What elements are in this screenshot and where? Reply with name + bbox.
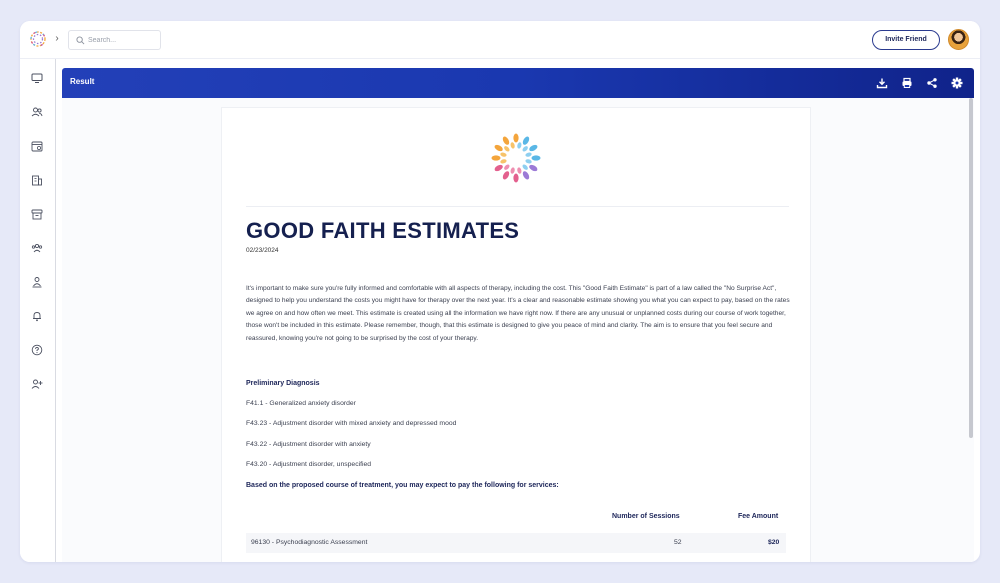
archive-icon[interactable] [31,208,43,220]
users-icon[interactable] [31,106,43,118]
diagnosis-item: F43.23 - Adjustment disorder with mixed … [246,420,457,427]
document-title: GOOD FAITH ESTIMATES [246,218,520,243]
avatar[interactable] [948,29,969,50]
fee-column-header: Fee Amount [738,513,779,520]
sessions-column-header: Number of Sessions [612,513,680,520]
invite-friend-button[interactable]: Invite Friend [872,30,940,50]
app-logo[interactable] [28,29,48,49]
user-badge-icon[interactable] [31,276,43,288]
practice-logo [489,131,543,185]
search-field[interactable] [68,30,161,50]
app-window: › Invite Friend [20,21,980,562]
bell-icon[interactable] [31,310,43,322]
result-title: Result [70,77,95,86]
chevron-right-icon[interactable]: › [51,33,63,45]
estimate-document: GOOD FAITH ESTIMATES 02/23/2024 It's imp… [221,107,811,562]
diagnosis-item: F41.1 - Generalized anxiety disorder [246,400,356,407]
settings-icon[interactable] [951,77,963,89]
result-header: Result [62,68,974,98]
building-icon[interactable] [31,174,43,186]
help-icon[interactable] [31,344,43,356]
diagnosis-item: F43.22 - Adjustment disorder with anxiet… [246,441,371,448]
divider [246,206,789,207]
sidebar [20,59,56,562]
share-icon[interactable] [926,77,938,89]
result-content: GOOD FAITH ESTIMATES 02/23/2024 It's imp… [62,98,974,562]
top-bar: › Invite Friend [20,21,980,59]
table-row: 96130 - Psychodiagnostic Assessment 52 $… [246,533,786,553]
sessions-cell: 52 [674,539,682,546]
add-user-icon[interactable] [31,378,43,390]
monitor-icon[interactable] [31,72,43,84]
services-lead: Based on the proposed course of treatmen… [246,482,559,489]
search-icon [76,36,85,45]
service-cell: 96130 - Psychodiagnostic Assessment [251,539,368,546]
fee-cell: $20 [768,539,780,546]
group-icon[interactable] [31,242,43,254]
scrollbar[interactable] [969,98,973,438]
search-input[interactable] [88,33,158,48]
download-icon[interactable] [876,77,888,89]
intro-paragraph: It's important to make sure you're fully… [246,285,790,342]
diagnosis-heading: Preliminary Diagnosis [246,380,320,387]
document-date: 02/23/2024 [246,247,279,254]
diagnosis-item: F43.20 - Adjustment disorder, unspecifie… [246,461,372,468]
calendar-icon[interactable] [31,140,43,152]
print-icon[interactable] [901,77,913,89]
